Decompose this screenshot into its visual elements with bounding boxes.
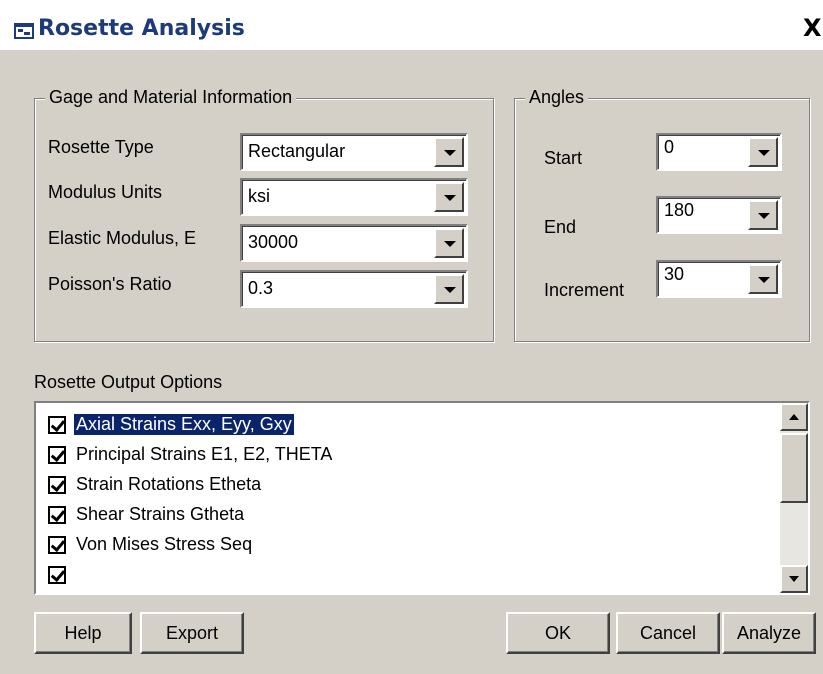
chevron-down-icon[interactable] [434,182,464,212]
output-options-list[interactable]: Axial Strains Exx, Eyy, Gxy Principal St… [34,401,810,595]
increment-label: Increment [544,280,625,300]
modulus-units-value: ksi [248,186,270,206]
list-item[interactable]: Strain Rotations Etheta [46,471,786,499]
end-angle-value: 180 [664,200,695,220]
chevron-down-icon[interactable] [748,200,778,230]
end-label: End [544,217,577,237]
help-button[interactable]: Help [34,612,132,654]
elastic-modulus-value: 30000 [248,232,299,252]
list-item-label: Von Mises Stress Seq [76,534,253,554]
gage-material-legend: Gage and Material Information [45,87,297,108]
increment-select[interactable]: 30 [656,260,782,298]
rosette-type-value: Rectangular [248,141,346,161]
modulus-units-label: Modulus Units [48,182,163,202]
list-item-label: Principal Strains E1, E2, THETA [76,444,333,464]
chevron-down-icon[interactable] [748,264,778,294]
increment-value: 30 [664,264,685,284]
cancel-button[interactable]: Cancel [616,612,720,654]
elastic-modulus-label: Elastic Modulus, E [48,228,197,248]
chevron-down-icon[interactable] [748,137,778,167]
analyze-button[interactable]: Analyze [722,612,816,654]
rosette-type-select[interactable]: Rectangular [240,133,468,171]
export-button[interactable]: Export [140,612,244,654]
start-label: Start [544,148,583,168]
ok-button[interactable]: OK [506,612,610,654]
list-item-label: Axial Strains Exx, Eyy, Gxy [73,413,295,436]
end-angle-select[interactable]: 180 [656,196,782,234]
start-angle-select[interactable]: 0 [656,133,782,171]
close-icon[interactable]: X [803,14,823,42]
list-item[interactable]: Principal Strains E1, E2, THETA [46,441,786,469]
checkbox-checked-icon[interactable] [48,506,66,524]
checkbox-checked-icon[interactable] [48,476,66,494]
checkbox-checked-icon[interactable] [48,416,66,434]
poissons-ratio-label: Poisson's Ratio [48,274,172,294]
list-item-label: Strain Rotations Etheta [76,474,262,494]
start-angle-value: 0 [664,137,675,157]
title-bar[interactable]: Rosette Analysis X [0,0,823,50]
window-title: Rosette Analysis [38,16,245,41]
list-item-partial[interactable] [46,561,786,589]
chevron-down-icon[interactable] [434,274,464,304]
list-item[interactable]: Von Mises Stress Seq [46,531,786,559]
checkbox-checked-icon[interactable] [48,446,66,464]
checkbox-checked-icon[interactable] [48,566,66,584]
scroll-up-icon[interactable] [780,403,808,431]
app-icon [14,23,34,39]
rosette-type-label: Rosette Type [48,137,154,157]
output-options-label: Rosette Output Options [34,372,223,392]
angles-legend: Angles [525,87,589,108]
elastic-modulus-select[interactable]: 30000 [240,224,468,262]
chevron-down-icon[interactable] [434,228,464,258]
scroll-down-icon[interactable] [780,565,808,593]
poissons-ratio-select[interactable]: 0.3 [240,270,468,308]
list-item-label: Shear Strains Gtheta [76,504,245,524]
scroll-thumb[interactable] [780,433,808,503]
vertical-scrollbar[interactable] [780,403,808,593]
chevron-down-icon[interactable] [434,137,464,167]
checkbox-checked-icon[interactable] [48,536,66,554]
poissons-ratio-value: 0.3 [248,278,274,298]
modulus-units-select[interactable]: ksi [240,178,468,216]
list-item[interactable]: Axial Strains Exx, Eyy, Gxy [46,411,786,439]
list-item[interactable]: Shear Strains Gtheta [46,501,786,529]
